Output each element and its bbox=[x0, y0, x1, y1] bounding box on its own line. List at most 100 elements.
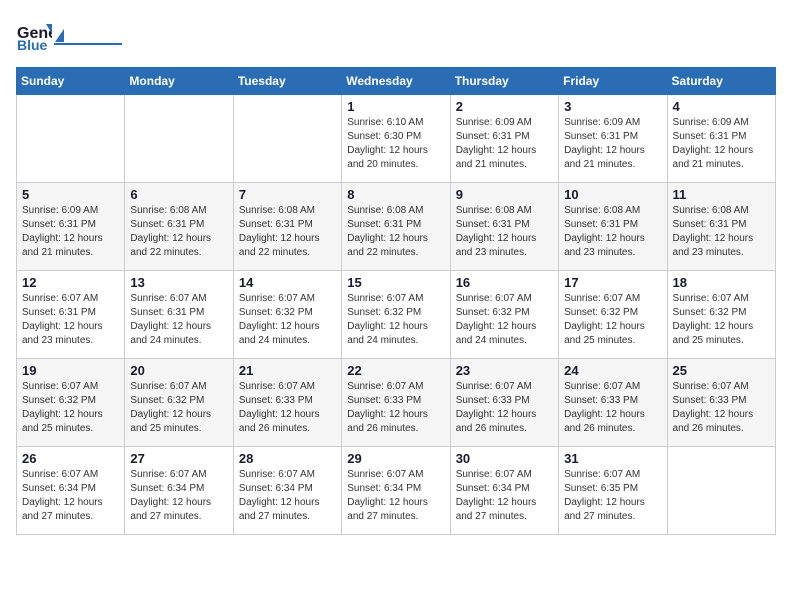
logo: General Blue bbox=[16, 16, 122, 57]
day-number: 7 bbox=[239, 187, 336, 202]
day-number: 2 bbox=[456, 99, 553, 114]
day-info: Sunrise: 6:07 AMSunset: 6:34 PMDaylight:… bbox=[456, 468, 553, 524]
day-cell: 11 Sunrise: 6:08 AMSunset: 6:31 PMDayligh… bbox=[667, 183, 775, 271]
day-info: Sunrise: 6:07 AMSunset: 6:32 PMDaylight:… bbox=[347, 292, 444, 348]
day-number: 28 bbox=[239, 451, 336, 466]
day-info: Sunrise: 6:07 AMSunset: 6:31 PMDaylight:… bbox=[130, 292, 227, 348]
day-number: 26 bbox=[22, 451, 119, 466]
day-number: 14 bbox=[239, 275, 336, 290]
day-cell: 3 Sunrise: 6:09 AMSunset: 6:31 PMDaylight… bbox=[559, 95, 667, 183]
day-info: Sunrise: 6:09 AMSunset: 6:31 PMDaylight:… bbox=[456, 116, 553, 172]
day-info: Sunrise: 6:08 AMSunset: 6:31 PMDaylight:… bbox=[673, 204, 770, 260]
day-header-wednesday: Wednesday bbox=[342, 68, 450, 95]
day-cell: 5 Sunrise: 6:09 AMSunset: 6:31 PMDaylight… bbox=[17, 183, 125, 271]
day-cell: 24Sunrise: 6:07 AMSunset: 6:33 PMDayligh… bbox=[559, 359, 667, 447]
day-info: Sunrise: 6:07 AMSunset: 6:32 PMDaylight:… bbox=[130, 380, 227, 436]
day-cell: 30 Sunrise: 6:07 AMSunset: 6:34 PMDayligh… bbox=[450, 447, 558, 535]
day-cell bbox=[667, 447, 775, 535]
day-cell: 15 Sunrise: 6:07 AMSunset: 6:32 PMDayligh… bbox=[342, 271, 450, 359]
day-cell bbox=[125, 95, 233, 183]
day-info: Sunrise: 6:07 AMSunset: 6:33 PMDaylight:… bbox=[347, 380, 444, 436]
day-info: Sunrise: 6:07 AMSunset: 6:33 PMDaylight:… bbox=[564, 380, 661, 436]
day-info: Sunrise: 6:09 AMSunset: 6:31 PMDaylight:… bbox=[673, 116, 770, 172]
day-number: 4 bbox=[673, 99, 770, 114]
day-info: Sunrise: 6:07 AMSunset: 6:33 PMDaylight:… bbox=[673, 380, 770, 436]
logo-triangle-icon bbox=[55, 29, 64, 42]
day-cell: 8Sunrise: 6:08 AMSunset: 6:31 PMDaylight… bbox=[342, 183, 450, 271]
day-cell: 28 Sunrise: 6:07 AMSunset: 6:34 PMDayligh… bbox=[233, 447, 341, 535]
day-number: 21 bbox=[239, 363, 336, 378]
header-row: SundayMondayTuesdayWednesdayThursdayFrid… bbox=[17, 68, 776, 95]
day-number: 6 bbox=[130, 187, 227, 202]
day-cell: 25 Sunrise: 6:07 AMSunset: 6:33 PMDayligh… bbox=[667, 359, 775, 447]
day-cell: 12 Sunrise: 6:07 AMSunset: 6:31 PMDayligh… bbox=[17, 271, 125, 359]
day-info: Sunrise: 6:07 AMSunset: 6:33 PMDaylight:… bbox=[456, 380, 553, 436]
day-cell: 13Sunrise: 6:07 AMSunset: 6:31 PMDayligh… bbox=[125, 271, 233, 359]
day-info: Sunrise: 6:07 AMSunset: 6:32 PMDaylight:… bbox=[239, 292, 336, 348]
day-number: 25 bbox=[673, 363, 770, 378]
day-info: Sunrise: 6:09 AMSunset: 6:31 PMDaylight:… bbox=[564, 116, 661, 172]
day-number: 11 bbox=[673, 187, 770, 202]
day-number: 27 bbox=[130, 451, 227, 466]
day-cell: 31 Sunrise: 6:07 AMSunset: 6:35 PMDayligh… bbox=[559, 447, 667, 535]
day-number: 15 bbox=[347, 275, 444, 290]
day-number: 19 bbox=[22, 363, 119, 378]
day-header-saturday: Saturday bbox=[667, 68, 775, 95]
week-row-1: 1 Sunrise: 6:10 AMSunset: 6:30 PMDaylight… bbox=[17, 95, 776, 183]
day-cell: 7 Sunrise: 6:08 AMSunset: 6:31 PMDaylight… bbox=[233, 183, 341, 271]
page-header: General Blue bbox=[16, 16, 776, 57]
day-info: Sunrise: 6:07 AMSunset: 6:33 PMDaylight:… bbox=[239, 380, 336, 436]
day-cell: 21 Sunrise: 6:07 AMSunset: 6:33 PMDayligh… bbox=[233, 359, 341, 447]
day-info: Sunrise: 6:08 AMSunset: 6:31 PMDaylight:… bbox=[456, 204, 553, 260]
day-info: Sunrise: 6:09 AMSunset: 6:31 PMDaylight:… bbox=[22, 204, 119, 260]
day-info: Sunrise: 6:10 AMSunset: 6:30 PMDaylight:… bbox=[347, 116, 444, 172]
day-cell: 6 Sunrise: 6:08 AMSunset: 6:31 PMDaylight… bbox=[125, 183, 233, 271]
day-info: Sunrise: 6:08 AMSunset: 6:31 PMDaylight:… bbox=[239, 204, 336, 260]
logo-underline bbox=[54, 43, 122, 45]
day-cell: 17 Sunrise: 6:07 AMSunset: 6:32 PMDayligh… bbox=[559, 271, 667, 359]
day-number: 31 bbox=[564, 451, 661, 466]
logo-icon: General Blue bbox=[16, 16, 52, 57]
day-info: Sunrise: 6:07 AMSunset: 6:32 PMDaylight:… bbox=[673, 292, 770, 348]
day-number: 23 bbox=[456, 363, 553, 378]
day-header-friday: Friday bbox=[559, 68, 667, 95]
day-info: Sunrise: 6:08 AMSunset: 6:31 PMDaylight:… bbox=[130, 204, 227, 260]
day-info: Sunrise: 6:08 AMSunset: 6:31 PMDaylight:… bbox=[347, 204, 444, 260]
day-cell: 4 Sunrise: 6:09 AMSunset: 6:31 PMDaylight… bbox=[667, 95, 775, 183]
week-row-5: 26 Sunrise: 6:07 AMSunset: 6:34 PMDayligh… bbox=[17, 447, 776, 535]
day-number: 16 bbox=[456, 275, 553, 290]
day-info: Sunrise: 6:07 AMSunset: 6:35 PMDaylight:… bbox=[564, 468, 661, 524]
day-number: 22 bbox=[347, 363, 444, 378]
day-cell: 27Sunrise: 6:07 AMSunset: 6:34 PMDayligh… bbox=[125, 447, 233, 535]
day-cell: 9 Sunrise: 6:08 AMSunset: 6:31 PMDaylight… bbox=[450, 183, 558, 271]
day-cell: 16Sunrise: 6:07 AMSunset: 6:32 PMDayligh… bbox=[450, 271, 558, 359]
day-number: 12 bbox=[22, 275, 119, 290]
day-number: 20 bbox=[130, 363, 227, 378]
day-number: 3 bbox=[564, 99, 661, 114]
day-cell: 19 Sunrise: 6:07 AMSunset: 6:32 PMDayligh… bbox=[17, 359, 125, 447]
week-row-4: 19 Sunrise: 6:07 AMSunset: 6:32 PMDayligh… bbox=[17, 359, 776, 447]
day-number: 29 bbox=[347, 451, 444, 466]
logo-text-block bbox=[54, 29, 122, 45]
day-number: 10 bbox=[564, 187, 661, 202]
week-row-2: 5 Sunrise: 6:09 AMSunset: 6:31 PMDaylight… bbox=[17, 183, 776, 271]
svg-text:Blue: Blue bbox=[17, 37, 48, 52]
day-info: Sunrise: 6:08 AMSunset: 6:31 PMDaylight:… bbox=[564, 204, 661, 260]
day-number: 17 bbox=[564, 275, 661, 290]
day-number: 30 bbox=[456, 451, 553, 466]
day-number: 5 bbox=[22, 187, 119, 202]
day-cell bbox=[233, 95, 341, 183]
day-cell: 1 Sunrise: 6:10 AMSunset: 6:30 PMDaylight… bbox=[342, 95, 450, 183]
day-cell bbox=[17, 95, 125, 183]
day-info: Sunrise: 6:07 AMSunset: 6:34 PMDaylight:… bbox=[239, 468, 336, 524]
day-cell: 2 Sunrise: 6:09 AMSunset: 6:31 PMDaylight… bbox=[450, 95, 558, 183]
day-number: 9 bbox=[456, 187, 553, 202]
day-number: 1 bbox=[347, 99, 444, 114]
day-cell: 18Sunrise: 6:07 AMSunset: 6:32 PMDayligh… bbox=[667, 271, 775, 359]
day-info: Sunrise: 6:07 AMSunset: 6:31 PMDaylight:… bbox=[22, 292, 119, 348]
day-info: Sunrise: 6:07 AMSunset: 6:32 PMDaylight:… bbox=[22, 380, 119, 436]
day-info: Sunrise: 6:07 AMSunset: 6:32 PMDaylight:… bbox=[564, 292, 661, 348]
day-header-thursday: Thursday bbox=[450, 68, 558, 95]
day-cell: 22 Sunrise: 6:07 AMSunset: 6:33 PMDayligh… bbox=[342, 359, 450, 447]
day-info: Sunrise: 6:07 AMSunset: 6:34 PMDaylight:… bbox=[22, 468, 119, 524]
